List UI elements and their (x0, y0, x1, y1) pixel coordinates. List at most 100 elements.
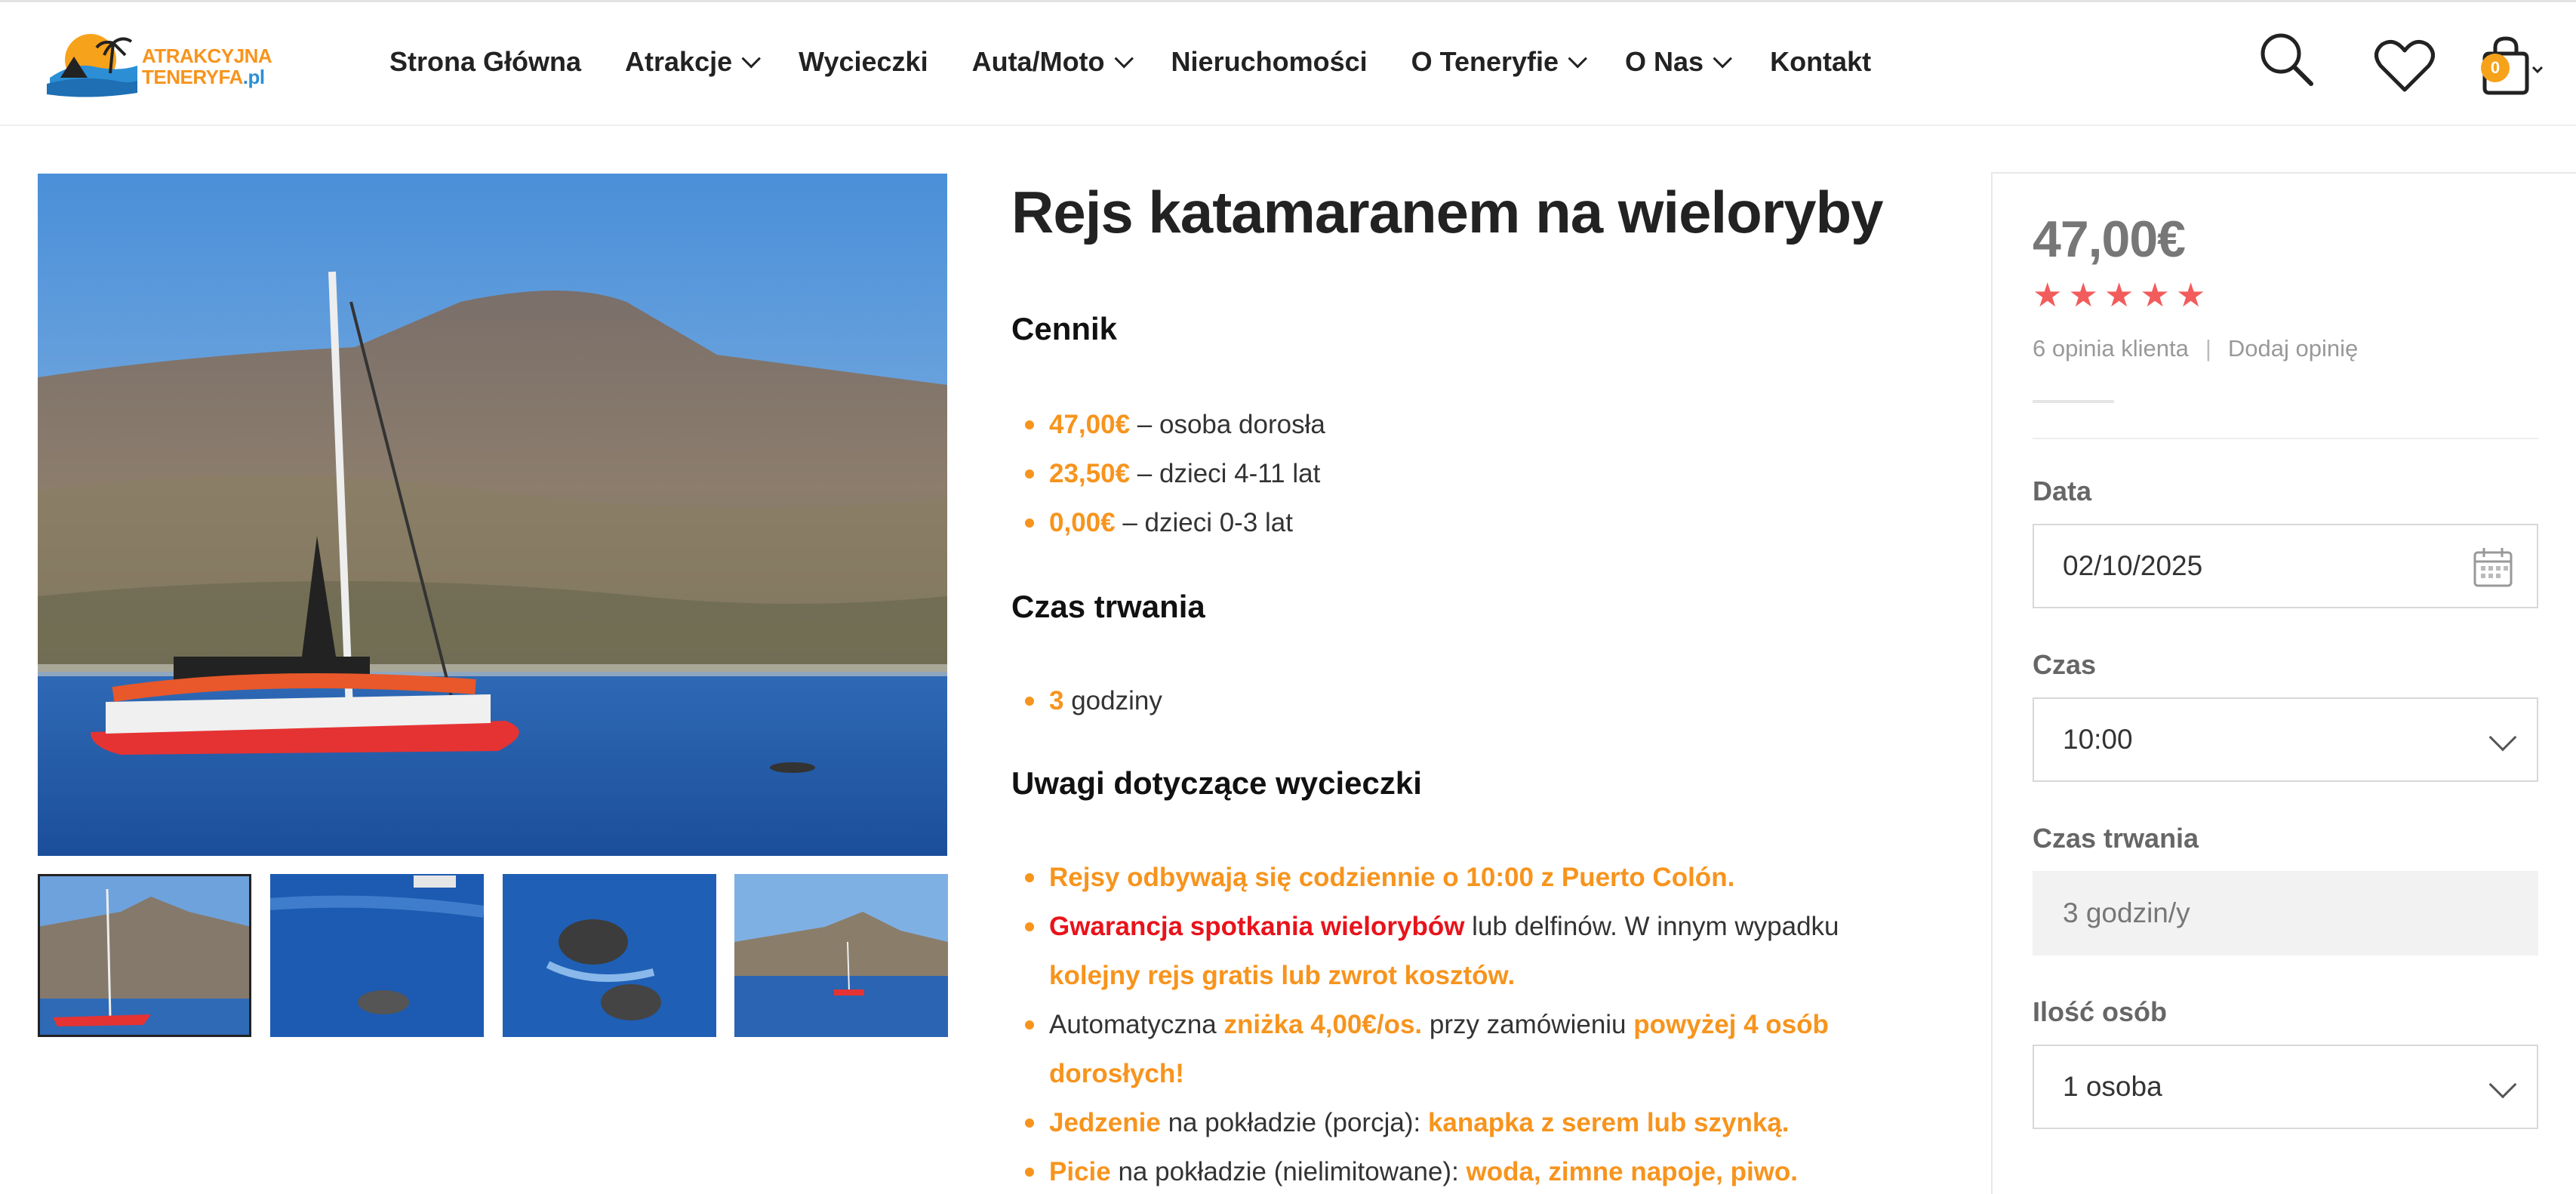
site-logo[interactable]: ATRAKCYJNA TENERYFA.pl (44, 31, 272, 100)
price-value: 0,00€ (1049, 508, 1116, 537)
logo-text-main: TENERYFA (142, 66, 243, 88)
note-highlight: woda, zimne napoje, piwo. (1466, 1157, 1799, 1186)
star-icon: ★ (2175, 277, 2206, 314)
note-highlight: zniżka 4,00€/os. (1223, 1010, 1423, 1039)
star-icon: ★ (2033, 277, 2063, 314)
chevron-down-icon (1713, 49, 1733, 69)
gallery-thumbnail[interactable] (503, 874, 716, 1037)
gallery-thumbnail[interactable] (734, 874, 948, 1037)
price-value: 23,50€ (1049, 459, 1131, 488)
note-text: Automatyczna (1049, 1010, 1224, 1039)
persons-value: 1 osoba (2063, 1071, 2162, 1102)
chevron-down-icon (1114, 49, 1134, 69)
thumbnail-image (503, 874, 716, 1037)
price-desc: – dzieci 4-11 lat (1130, 459, 1321, 488)
note-highlight: Jedzenie (1049, 1108, 1161, 1137)
cart-count-badge: 0 (2481, 54, 2510, 82)
list-item: 23,50€ – dzieci 4-11 lat (1025, 449, 1910, 498)
nav-item-contact[interactable]: Kontakt (1770, 46, 1871, 78)
pricing-heading: Cennik (1011, 311, 1118, 346)
note-highlight: Gwarancja spotkania wielorybów (1049, 912, 1465, 941)
nav-label: O Teneryfie (1411, 46, 1559, 77)
site-header: ATRAKCYJNA TENERYFA.pl Strona Główna Atr… (0, 2, 2576, 126)
note-highlight: dorosłych! (1049, 1059, 1184, 1088)
product-title: Rejs katamaranem na wieloryby (1011, 179, 1884, 245)
persons-label: Ilość osób (2033, 996, 2168, 1027)
list-item: Automatyczna zniżka 4,00€/os. przy zamów… (1025, 1000, 1910, 1098)
gallery-thumbnail[interactable] (270, 874, 484, 1037)
short-divider (2033, 400, 2114, 403)
list-item: 47,00€ – osoba dorosła (1025, 400, 1910, 449)
list-item: 0,00€ – dzieci 0-3 lat (1025, 498, 1910, 547)
price-desc: – dzieci 0-3 lat (1115, 508, 1293, 537)
duration-heading: Czas trwania (1011, 589, 1205, 624)
logo-text-line2: TENERYFA.pl (142, 66, 265, 89)
price-desc: – osoba dorosła (1130, 410, 1325, 439)
calendar-icon[interactable] (2472, 546, 2514, 589)
time-select[interactable]: 10:00 (2033, 697, 2538, 782)
notes-heading: Uwagi dotyczące wycieczki (1011, 765, 1422, 801)
product-main-image[interactable] (38, 174, 947, 856)
logo-text-line1: ATRAKCYJNA (142, 45, 272, 67)
date-label: Data (2033, 475, 2092, 506)
note-highlight: powyżej 4 osób (1633, 1010, 1829, 1039)
chevron-down-icon (1568, 49, 1588, 69)
reviews-link[interactable]: 6 opinia klienta (2033, 335, 2189, 362)
note-text: lub delfinów. W innym wypadku (1464, 912, 1839, 941)
nav-item-home[interactable]: Strona Główna (389, 46, 581, 78)
note-highlight: kolejny rejs gratis lub zwrot kosztów. (1049, 961, 1516, 990)
duration-field-value: 3 godzin/y (2063, 897, 2190, 928)
nav-label: O Nas (1625, 46, 1704, 77)
duration-field-label: Czas trwania (2033, 823, 2199, 854)
search-icon[interactable] (2257, 29, 2317, 90)
reviews-separator: | (2205, 335, 2211, 362)
nav-item-about-us[interactable]: O Nas (1625, 46, 1733, 78)
note-text: przy zamówieniu (1422, 1010, 1634, 1039)
panel-divider (2033, 438, 2538, 439)
nav-label: Strona Główna (389, 46, 582, 77)
star-icon: ★ (2104, 277, 2134, 314)
gallery-thumbnail[interactable] (38, 874, 251, 1037)
pricing-list: 47,00€ – osoba dorosła 23,50€ – dzieci 4… (1025, 400, 1910, 547)
note-highlight: Picie (1049, 1157, 1111, 1186)
price-value: 47,00€ (1049, 410, 1131, 439)
chevron-down-icon (2488, 723, 2517, 752)
list-item: 3 godziny (1025, 676, 1910, 725)
list-item: Rejsy odbywają się codziennie o 10:00 z … (1025, 853, 1910, 902)
thumbnail-image (270, 874, 484, 1037)
duration-unit: godziny (1063, 686, 1162, 715)
note-text: na pokładzie (porcja): (1160, 1108, 1428, 1137)
star-icon: ★ (2068, 277, 2098, 314)
logo-text-suffix: .pl (242, 66, 265, 88)
nav-item-attractions[interactable]: Atrakcje (625, 46, 762, 78)
note-highlight: kanapka z serem lub szynką. (1427, 1108, 1790, 1137)
thumbnail-image (38, 874, 251, 1037)
nav-item-trips[interactable]: Wycieczki (799, 46, 928, 78)
star-icon: ★ (2140, 277, 2170, 314)
chevron-down-icon (741, 49, 762, 69)
time-label: Czas (2033, 649, 2097, 680)
main-nav: Strona Główna Atrakcje Wycieczki Auta/Mo… (389, 46, 1915, 78)
nav-item-real-estate[interactable]: Nieruchomości (1171, 46, 1368, 78)
reviews-row: 6 opinia klienta | Dodaj opinię (2033, 335, 2358, 362)
duration-list: 3 godziny (1025, 676, 1910, 725)
nav-item-about-tenerife[interactable]: O Teneryfie (1411, 46, 1588, 78)
catamaran-photo (38, 174, 947, 856)
nav-label: Kontakt (1770, 46, 1872, 77)
notes-list: Rejsy odbywają się codziennie o 10:00 z … (1025, 853, 1910, 1194)
date-field[interactable]: 02/10/2025 (2033, 524, 2538, 608)
logo-island-icon (47, 34, 137, 97)
thumbnail-image (734, 874, 948, 1037)
chevron-down-icon (2488, 1070, 2517, 1099)
list-item: Jedzenie na pokładzie (porcja): kanapka … (1025, 1098, 1910, 1147)
note-text: Rejsy odbywają się codziennie o 10:00 z … (1049, 863, 1735, 892)
nav-label: Auta/Moto (971, 46, 1105, 77)
persons-select[interactable]: 1 osoba (2033, 1045, 2538, 1129)
heart-icon[interactable] (2374, 38, 2435, 94)
list-item: Picie na pokładzie (nielimitowane): woda… (1025, 1147, 1910, 1194)
nav-label: Nieruchomości (1171, 46, 1368, 77)
booking-price: 47,00€ (2033, 211, 2186, 268)
add-review-link[interactable]: Dodaj opinię (2228, 335, 2358, 362)
nav-item-cars[interactable]: Auta/Moto (971, 46, 1134, 78)
list-item: Gwarancja spotkania wielorybów lub delfi… (1025, 902, 1910, 1000)
